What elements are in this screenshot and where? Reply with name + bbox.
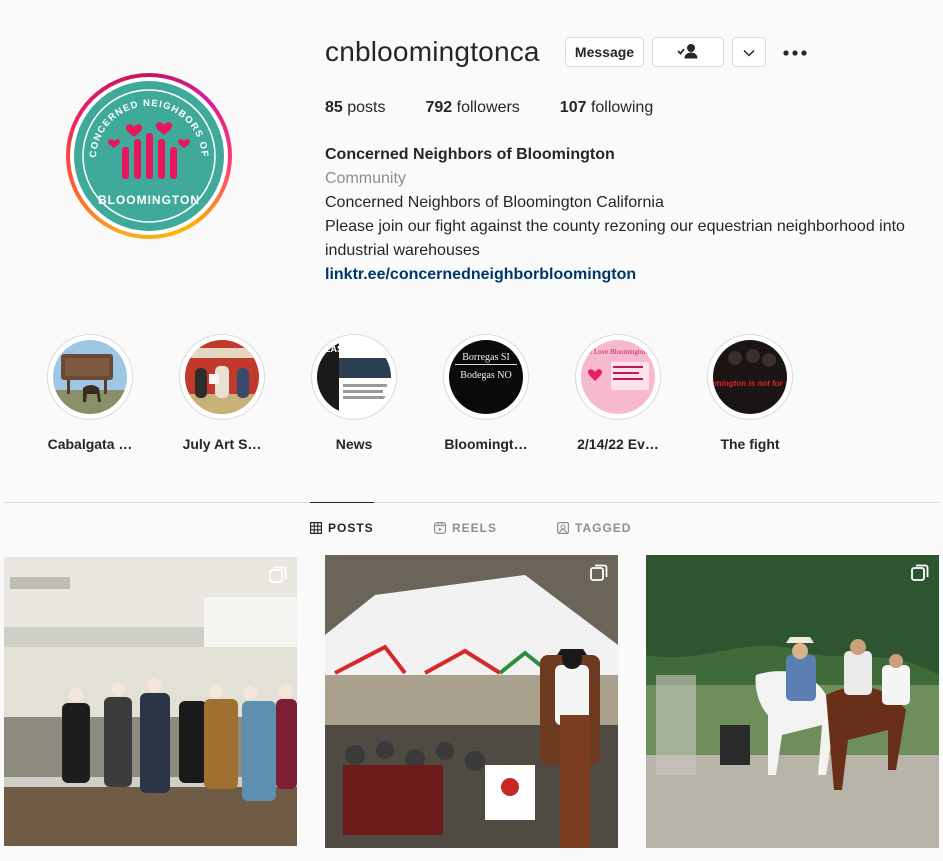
profile-bio: Concerned Neighbors of Bloomington Commu… bbox=[325, 143, 925, 287]
highlight-cover-image: LEASE READ bbox=[317, 340, 391, 414]
tab-label: POSTS bbox=[328, 521, 374, 535]
following-label: following bbox=[590, 99, 654, 116]
followers-count[interactable]: 792 followers bbox=[426, 99, 520, 117]
highlight-label: The fight bbox=[720, 436, 780, 452]
highlight-cover-image: Bloomington is not for sale! bbox=[713, 340, 787, 414]
posts-number: 85 bbox=[325, 99, 343, 116]
more-options-button[interactable] bbox=[780, 40, 810, 64]
story-highlight[interactable]: Borregas SI Bodegas NO Bloomingt… bbox=[431, 334, 541, 452]
profile-username: cnbloomingtonca bbox=[325, 36, 540, 67]
profile-stats: 85 posts 792 followers 107 following bbox=[325, 99, 693, 117]
bio-link[interactable]: linktr.ee/concernedneighborbloomington bbox=[325, 263, 925, 287]
tagged-user-icon bbox=[557, 522, 569, 534]
tab-tagged[interactable]: TAGGED bbox=[557, 521, 631, 535]
posts-label: posts bbox=[347, 99, 386, 116]
tab-label: TAGGED bbox=[575, 521, 632, 535]
story-highlight[interactable]: LEASE READ News bbox=[299, 334, 409, 452]
bio-line: Please join our fight against the county… bbox=[325, 218, 905, 259]
bio-full-name: Concerned Neighbors of Bloomington bbox=[325, 146, 615, 163]
svg-text:LEASE READ: LEASE READ bbox=[319, 344, 378, 354]
svg-text:Bodegas NO: Bodegas NO bbox=[460, 370, 511, 381]
following-button[interactable] bbox=[652, 37, 724, 67]
svg-text:Borregas SI: Borregas SI bbox=[462, 352, 510, 363]
bio-category: Community bbox=[325, 170, 406, 187]
bio-line: Concerned Neighbors of Bloomington Calif… bbox=[325, 194, 664, 211]
tab-label: REELS bbox=[452, 521, 498, 535]
highlight-cover-image bbox=[185, 340, 259, 414]
svg-text:Bloomington is not for sale!: Bloomington is not for sale! bbox=[713, 379, 787, 388]
active-tab-indicator bbox=[310, 502, 374, 503]
instagram-profile-page: CONCERNED NEIGHBORS OF BLOOMINGTON cnblo… bbox=[0, 0, 943, 861]
tab-posts[interactable]: POSTS bbox=[310, 521, 374, 535]
highlight-cover-image bbox=[53, 340, 127, 414]
highlight-label: 2/14/22 Ev… bbox=[577, 436, 659, 452]
message-button[interactable]: Message bbox=[565, 37, 644, 67]
user-check-icon bbox=[677, 43, 699, 62]
tab-reels[interactable]: REELS bbox=[434, 521, 497, 535]
highlight-cover-image: Borregas SI Bodegas NO bbox=[449, 340, 523, 414]
chevron-down-icon bbox=[743, 44, 755, 60]
story-highlight[interactable]: Bloomington is not for sale! The fight bbox=[695, 334, 805, 452]
story-highlight[interactable]: July Art S… bbox=[167, 334, 277, 452]
tabs-divider bbox=[4, 502, 939, 503]
post-thumbnail[interactable] bbox=[646, 555, 939, 848]
profile-avatar[interactable]: CONCERNED NEIGHBORS OF BLOOMINGTON bbox=[66, 73, 232, 239]
organization-logo: CONCERNED NEIGHBORS OF BLOOMINGTON bbox=[74, 81, 224, 231]
highlight-label: Bloomingt… bbox=[444, 436, 528, 452]
followers-number: 792 bbox=[425, 99, 453, 116]
grid-icon bbox=[310, 522, 322, 534]
posts-count: 85 posts bbox=[325, 99, 386, 117]
highlight-cover-image: We Love Bloomington bbox=[581, 340, 655, 414]
highlight-label: Cabalgata … bbox=[47, 436, 133, 452]
post-thumbnail[interactable] bbox=[4, 557, 297, 846]
followers-label: followers bbox=[456, 99, 520, 116]
following-number: 107 bbox=[559, 99, 587, 116]
carousel-icon bbox=[590, 564, 608, 587]
more-dots-icon bbox=[783, 43, 807, 61]
suggested-dropdown-button[interactable] bbox=[732, 37, 766, 67]
svg-text:BLOOMINGTON: BLOOMINGTON bbox=[98, 193, 200, 207]
highlight-label: News bbox=[335, 436, 373, 452]
highlight-label: July Art S… bbox=[182, 436, 262, 452]
following-count[interactable]: 107 following bbox=[560, 99, 653, 117]
svg-text:We Love Bloomington: We Love Bloomington bbox=[583, 348, 647, 356]
story-highlight[interactable]: Cabalgata … bbox=[35, 334, 145, 452]
post-thumbnail[interactable] bbox=[325, 555, 618, 848]
carousel-icon bbox=[911, 564, 929, 587]
carousel-icon bbox=[269, 566, 287, 589]
reels-icon bbox=[434, 522, 446, 534]
story-highlight[interactable]: We Love Bloomington 2/14/22 Ev… bbox=[563, 334, 673, 452]
